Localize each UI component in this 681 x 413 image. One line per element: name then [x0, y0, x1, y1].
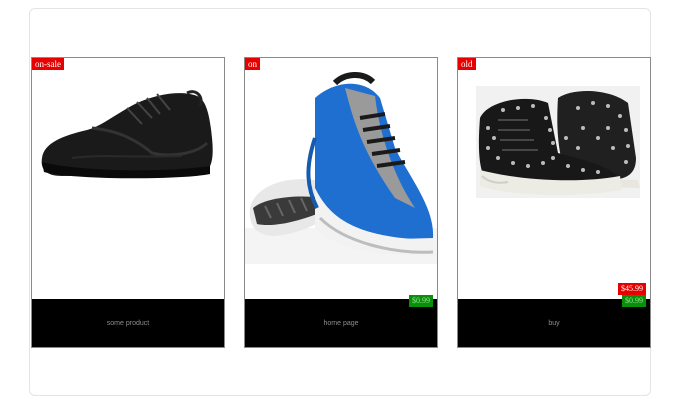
product-card: on-sale some product — [31, 57, 225, 348]
product-link-label: home page — [323, 319, 359, 327]
studded-high-top-image — [458, 58, 650, 298]
price-badge: $0.99 — [622, 295, 646, 307]
product-link-label: some product — [106, 319, 150, 327]
product-card: old $45.99 $0.99 buy — [457, 57, 651, 348]
black-sneaker-image — [32, 58, 224, 298]
product-link-bar[interactable]: some product — [32, 299, 224, 347]
product-card: on $0.99 home page — [244, 57, 438, 348]
sale-tag: on — [245, 58, 260, 70]
buy-label: buy — [548, 319, 560, 327]
sale-tag: on-sale — [32, 58, 64, 70]
blue-running-shoe-image — [245, 58, 437, 298]
sale-tag: old — [458, 58, 476, 70]
old-price-badge: $45.99 — [618, 283, 646, 295]
price-badge: $0.99 — [409, 295, 433, 307]
